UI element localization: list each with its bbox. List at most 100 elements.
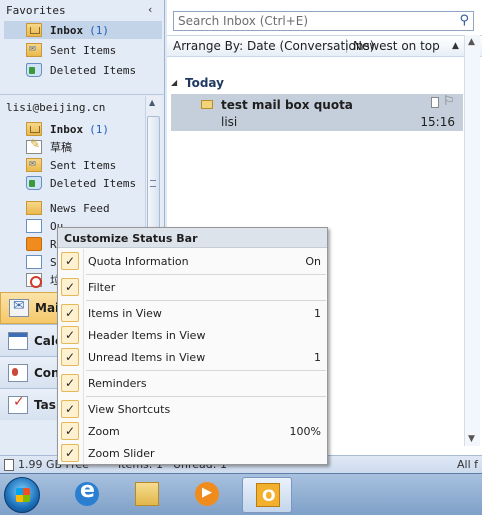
folder-news-feed[interactable]: News Feed — [4, 199, 162, 217]
sort-up-icon[interactable]: ▲ — [452, 41, 459, 51]
folder-label: Deleted Items — [50, 176, 137, 190]
account-header[interactable]: lisi@beijing.cn — [6, 101, 105, 114]
category-icon[interactable] — [431, 97, 439, 108]
search-placeholder: Search Inbox (Ctrl+E) — [178, 14, 309, 28]
folder-label: 草稿 — [50, 141, 72, 154]
menu-item-zoom[interactable]: ✓ Zoom 100% — [58, 420, 327, 442]
arrange-by-button[interactable]: Arrange By: Date (Conversations) — [167, 39, 374, 53]
sent-items-icon — [26, 156, 42, 172]
checkmark-icon: ✓ — [61, 400, 79, 418]
menu-item-reminders[interactable]: ✓ Reminders — [58, 372, 327, 394]
search-folder-icon — [26, 255, 42, 269]
deleted-items-icon — [26, 176, 42, 190]
menu-item-header-items-in-view[interactable]: ✓ Header Items in View — [58, 324, 327, 346]
menu-title: Customize Status Bar — [58, 228, 327, 248]
taskbar-outlook[interactable] — [242, 477, 292, 513]
menu-item-value: On — [305, 254, 321, 268]
menu-item-zoom-slider[interactable]: ✓ Zoom Slider — [58, 442, 327, 464]
group-header[interactable]: Today — [185, 76, 224, 90]
sent-items-icon — [26, 41, 42, 57]
menu-item-label: Header Items in View — [88, 328, 206, 342]
outlook-icon — [256, 483, 280, 507]
nav-button-label: Tas — [34, 397, 56, 412]
nav-button-label: Mai — [35, 301, 60, 315]
checkmark-icon: ✓ — [61, 326, 79, 344]
folder-inbox[interactable]: Inbox (1) — [4, 120, 162, 138]
menu-item-label: Zoom Slider — [88, 446, 155, 460]
calendar-icon — [8, 331, 28, 350]
menu-item-value: 100% — [289, 424, 321, 438]
folder-label: Deleted Items — [50, 63, 137, 77]
windows-explorer-icon — [135, 482, 159, 506]
favorites-item-inbox[interactable]: Inbox (1) — [4, 21, 162, 39]
message-row[interactable]: test mail box quota lisi 15:16 ⚐ — [171, 94, 463, 131]
status-folder-state: All f — [456, 458, 478, 471]
envelope-icon — [201, 100, 213, 109]
internet-explorer-icon — [75, 478, 99, 506]
rss-icon — [26, 237, 42, 251]
checkmark-icon: ✓ — [61, 304, 79, 322]
outbox-icon — [26, 219, 42, 233]
group-expand-icon[interactable]: ◢ — [171, 78, 177, 87]
scroll-up-icon[interactable]: ▲ — [149, 98, 155, 107]
menu-item-label: Filter — [88, 280, 116, 294]
contacts-icon — [8, 363, 28, 382]
menu-item-value: 1 — [314, 306, 321, 320]
windows-taskbar — [0, 473, 482, 515]
message-flags: ⚐ — [431, 94, 457, 109]
list-scrollbar[interactable]: ▲ ▼ — [464, 35, 480, 446]
menu-item-filter[interactable]: ✓ Filter — [58, 276, 327, 298]
search-input[interactable]: Search Inbox (Ctrl+E) ⚲ — [173, 11, 474, 31]
folder-drafts[interactable]: 草稿 — [4, 137, 162, 156]
checkmark-icon: ✓ — [61, 348, 79, 366]
folder-label: Sent Items — [50, 158, 117, 172]
scroll-up-icon[interactable]: ▲ — [468, 37, 475, 47]
sort-order-button[interactable]: Newest on top — [347, 39, 452, 53]
menu-item-label: Unread Items in View — [88, 350, 206, 364]
scroll-down-icon[interactable]: ▼ — [468, 434, 475, 444]
message-subject: test mail box quota — [221, 98, 353, 112]
folder-label: News Feed — [50, 201, 110, 215]
favorites-item-sent-items[interactable]: Sent Items — [4, 41, 162, 59]
start-button[interactable] — [4, 477, 40, 513]
search-icon[interactable]: ⚲ — [459, 13, 469, 28]
mail-icon — [9, 298, 29, 317]
menu-item-unread-items-in-view[interactable]: ✓ Unread Items in View 1 — [58, 346, 327, 368]
checkmark-icon: ✓ — [61, 422, 79, 440]
message-sender: lisi — [221, 115, 238, 129]
arrange-bar: Arrange By: Date (Conversations) Newest … — [167, 35, 482, 57]
inbox-folder-icon — [26, 23, 42, 37]
inbox-folder-icon — [26, 122, 42, 136]
folder-label: Inbox — [50, 122, 84, 136]
tasks-icon — [8, 394, 28, 414]
menu-separator — [86, 370, 326, 371]
folder-sent-items[interactable]: Sent Items — [4, 156, 162, 174]
menu-separator — [86, 274, 326, 275]
folder-label: Inbox — [50, 23, 84, 37]
taskbar-internet-explorer[interactable] — [62, 477, 112, 513]
quota-icon — [4, 458, 14, 471]
menu-item-view-shortcuts[interactable]: ✓ View Shortcuts — [58, 398, 327, 420]
menu-item-label: Quota Information — [88, 254, 189, 268]
menu-item-label: Reminders — [88, 376, 147, 390]
folder-label: S — [50, 255, 57, 269]
menu-separator — [86, 396, 326, 397]
menu-item-label: View Shortcuts — [88, 402, 171, 416]
favorites-item-deleted-items[interactable]: Deleted Items — [4, 61, 162, 79]
collapse-nav-icon[interactable]: ‹ — [148, 3, 152, 16]
menu-item-label: Zoom — [88, 424, 120, 438]
taskbar-windows-explorer[interactable] — [122, 477, 172, 513]
taskbar-media-player[interactable] — [182, 477, 232, 513]
divider — [0, 94, 165, 95]
menu-item-value: 1 — [314, 350, 321, 364]
menu-separator — [86, 300, 326, 301]
folder-deleted-items[interactable]: Deleted Items — [4, 174, 162, 192]
checkmark-icon: ✓ — [61, 444, 79, 462]
junk-icon — [26, 273, 42, 288]
menu-item-label: Items in View — [88, 306, 162, 320]
menu-item-items-in-view[interactable]: ✓ Items in View 1 — [58, 302, 327, 324]
flag-icon[interactable]: ⚐ — [443, 94, 455, 109]
drafts-icon — [26, 137, 42, 154]
favorites-header[interactable]: Favorites — [6, 4, 66, 17]
menu-item-quota-information[interactable]: ✓ Quota Information On — [58, 250, 327, 272]
